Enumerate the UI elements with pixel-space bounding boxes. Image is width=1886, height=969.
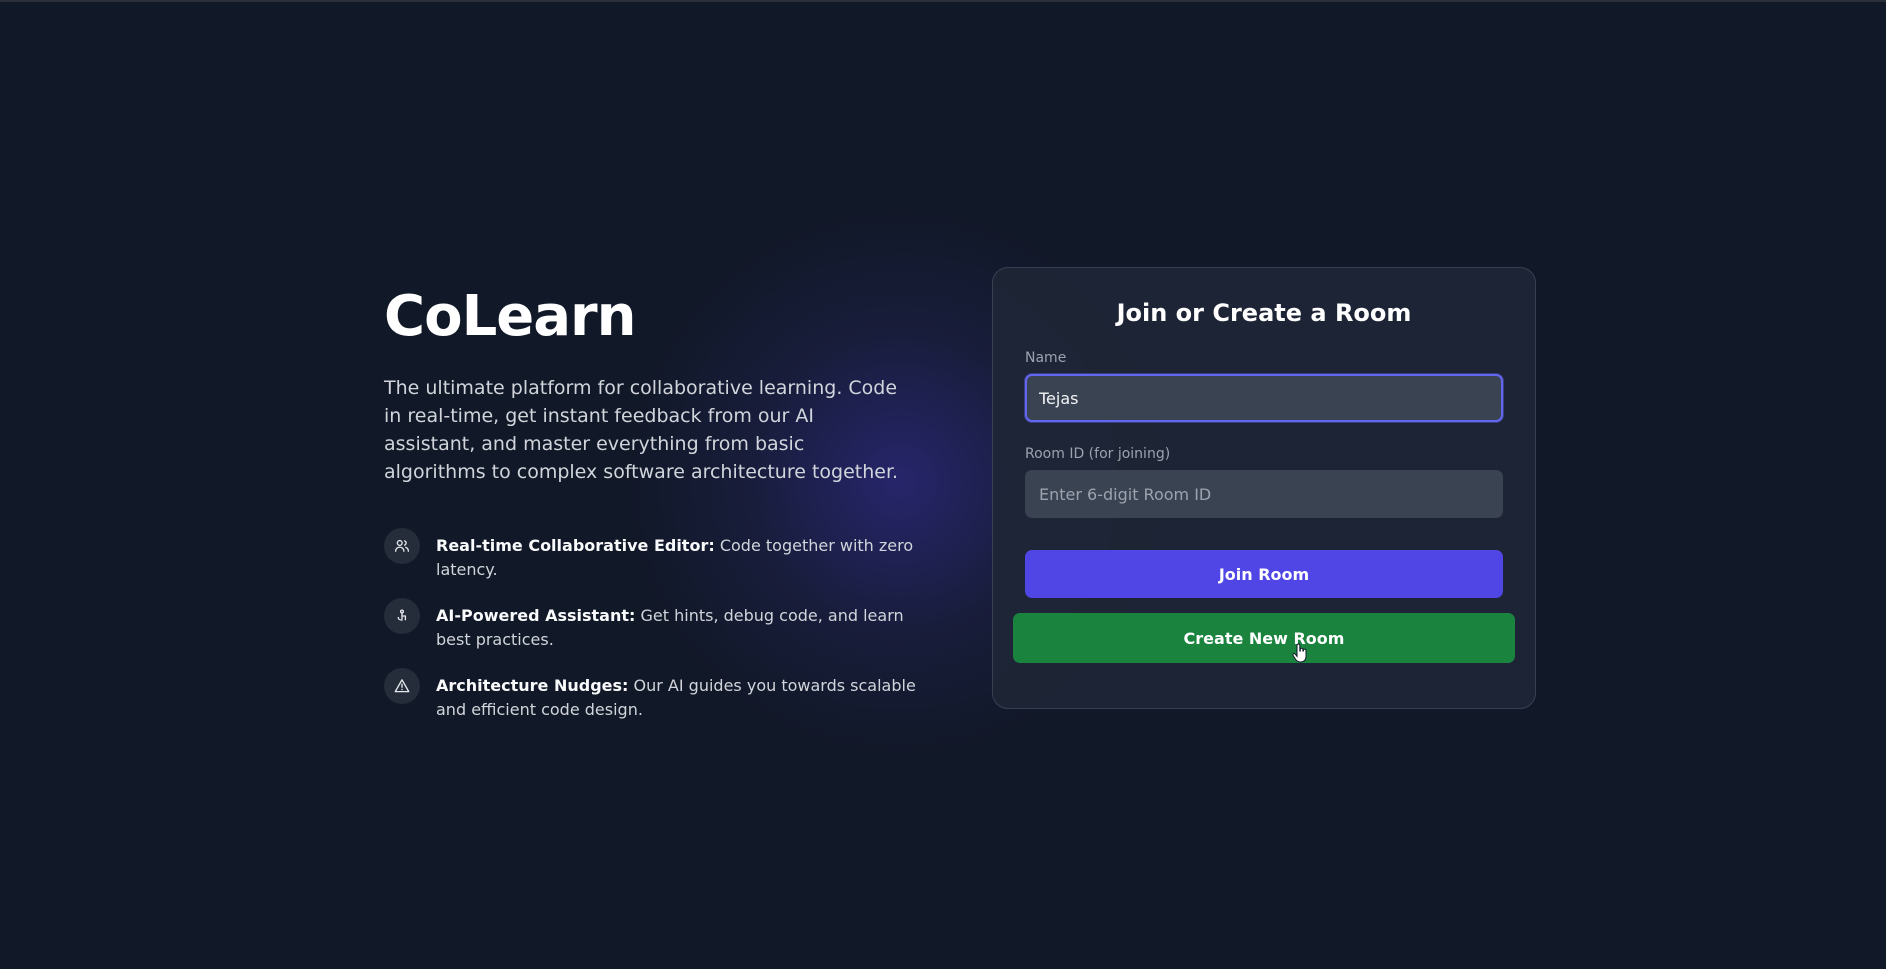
feature-text: AI-Powered Assistant: Get hints, debug c… [436,598,916,652]
feature-list: Real-time Collaborative Editor: Code tog… [384,528,924,722]
landing-page: CoLearn The ultimate platform for collab… [0,0,1886,969]
room-id-input[interactable] [1025,470,1503,518]
name-label: Name [1025,350,1067,366]
form-title: Join or Create a Room [1116,299,1412,327]
brand-tagline: The ultimate platform for collaborative … [384,377,899,483]
feature-text: Real-time Collaborative Editor: Code tog… [436,528,916,582]
create-room-button[interactable]: Create New Room [1013,613,1515,663]
warning-triangle-icon [384,668,420,704]
name-input[interactable] [1025,374,1503,422]
feature-item-collaborative-editor: Real-time Collaborative Editor: Code tog… [384,528,924,582]
feature-title: AI-Powered Assistant: [436,606,636,625]
ai-assistant-icon [384,598,420,634]
room-id-label: Room ID (for joining) [1025,446,1171,462]
feature-item-ai-assistant: AI-Powered Assistant: Get hints, debug c… [384,598,924,652]
room-form-card: Join or Create a Room Name Room ID (for … [992,267,1536,709]
brand-title: CoLearn [384,284,637,349]
join-room-button[interactable]: Join Room [1025,550,1503,598]
feature-title: Real-time Collaborative Editor: [436,536,715,555]
feature-title: Architecture Nudges: [436,676,629,695]
intro-section: CoLearn The ultimate platform for collab… [384,280,924,738]
users-icon [384,528,420,564]
feature-item-architecture-nudges: Architecture Nudges: Our AI guides you t… [384,668,924,722]
feature-text: Architecture Nudges: Our AI guides you t… [436,668,916,722]
